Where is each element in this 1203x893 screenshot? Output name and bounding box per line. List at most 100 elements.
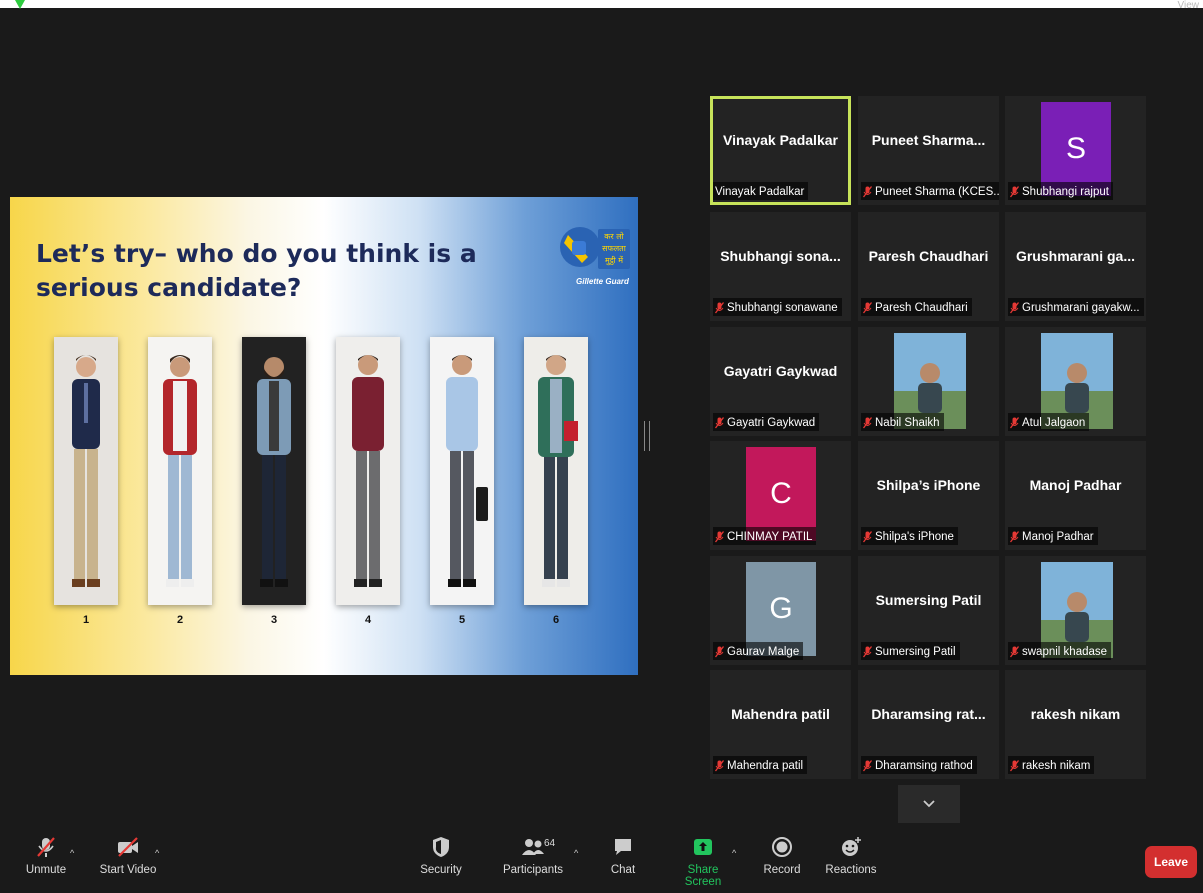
participant-tile[interactable]: Puneet Sharma... Puneet Sharma (KCES...: [858, 96, 999, 205]
svg-text:मुट्ठी में: मुट्ठी में: [605, 255, 623, 266]
unmute-button[interactable]: Unmute: [24, 836, 68, 876]
participants-label: Participants: [502, 864, 564, 876]
chat-label: Chat: [610, 864, 636, 876]
participant-label-text: Nabil Shaikh: [875, 416, 940, 429]
participant-label-text: Paresh Chaudhari: [875, 301, 968, 314]
participant-tile[interactable]: G Gaurav Malge: [710, 556, 851, 665]
participant-label: CHINMAY PATIL: [713, 527, 817, 545]
participant-label: Shubhangi sonawane: [713, 298, 842, 316]
panel-resize-handle[interactable]: [644, 421, 650, 451]
participant-tile[interactable]: Paresh Chaudhari Paresh Chaudhari: [858, 212, 999, 321]
leave-button[interactable]: Leave: [1145, 846, 1197, 878]
start-video-button[interactable]: Start Video: [98, 836, 158, 876]
participant-name: Shilpa’s iPhone: [876, 477, 981, 493]
mic-muted-icon: [715, 416, 724, 428]
participants-button[interactable]: Participants: [500, 836, 566, 876]
participants-icon: [522, 839, 544, 855]
participant-label: Gaurav Malge: [713, 642, 804, 660]
participant-tile[interactable]: Grushmarani ga... Grushmarani gayakw...: [1005, 212, 1146, 321]
meeting-toolbar: Unmute ^ Start Video ^ Security Particip…: [0, 830, 1203, 893]
unmute-label: Unmute: [25, 864, 67, 876]
participant-label-text: Shubhangi rajput: [1022, 185, 1109, 198]
mic-muted-icon: [1010, 301, 1019, 313]
candidate-number-5: 5: [458, 614, 466, 626]
participant-tile[interactable]: Atul Jalgaon: [1005, 327, 1146, 436]
start-video-label: Start Video: [99, 864, 157, 876]
participant-label: swapnil khadase: [1008, 642, 1112, 660]
participant-label: Nabil Shaikh: [861, 413, 944, 431]
candidates-row: 1 2 3 4 5 6: [54, 337, 594, 626]
participant-name: Paresh Chaudhari: [868, 248, 989, 264]
record-button[interactable]: Record: [760, 836, 804, 876]
participant-tile[interactable]: rakesh nikam rakesh nikam: [1005, 670, 1146, 779]
candidate-photo-4: [336, 337, 400, 605]
candidate-number-3: 3: [270, 614, 278, 626]
logo-brand: Gillette Guard: [576, 277, 629, 286]
participant-name: Shubhangi sona...: [720, 248, 841, 264]
participant-name: Dharamsing rat...: [871, 706, 986, 722]
shield-icon: [433, 837, 449, 857]
participant-label-text: swapnil khadase: [1022, 645, 1108, 658]
participant-name: Manoj Padhar: [1029, 477, 1122, 493]
chat-icon: [615, 839, 631, 855]
candidate-number-6: 6: [552, 614, 560, 626]
participant-tile[interactable]: Mahendra patil Mahendra patil: [710, 670, 851, 779]
participant-label-text: Manoj Padhar: [1022, 530, 1094, 543]
avatar-letter: C: [770, 477, 792, 510]
candidate-photo-1: [54, 337, 118, 605]
participant-label: Puneet Sharma (KCES...: [861, 182, 999, 200]
participant-tile[interactable]: Vinayak Padalkar Vinayak Padalkar: [710, 96, 851, 205]
participant-tile[interactable]: Sumersing Patil Sumersing Patil: [858, 556, 999, 665]
candidate-photo-5: [430, 337, 494, 605]
svg-text:कर लो: कर लो: [604, 231, 624, 241]
mic-muted-icon: [863, 185, 872, 197]
participant-tile[interactable]: Shilpa’s iPhone Shilpa's iPhone: [858, 441, 999, 550]
share-options-caret[interactable]: ^: [732, 848, 736, 858]
leave-label: Leave: [1153, 855, 1189, 869]
participant-tile[interactable]: Gayatri Gaykwad Gayatri Gaykwad: [710, 327, 851, 436]
security-shield-icon[interactable]: [14, 0, 26, 10]
audio-options-caret[interactable]: ^: [70, 848, 74, 858]
security-button[interactable]: Security: [418, 836, 464, 876]
video-options-caret[interactable]: ^: [155, 848, 159, 858]
participant-label: Sumersing Patil: [861, 642, 960, 660]
participant-tile[interactable]: swapnil khadase: [1005, 556, 1146, 665]
participant-label-text: Grushmarani gayakw...: [1022, 301, 1140, 314]
participant-tile[interactable]: Nabil Shaikh: [858, 327, 999, 436]
mic-muted-icon: [863, 645, 872, 657]
share-screen-button[interactable]: Share Screen: [670, 836, 736, 888]
participant-tile[interactable]: Dharamsing rat... Dharamsing rathod: [858, 670, 999, 779]
share-screen-label: Share Screen: [684, 864, 722, 888]
candidate-number-1: 1: [82, 614, 90, 626]
participant-label: Paresh Chaudhari: [861, 298, 972, 316]
mic-muted-icon: [715, 759, 724, 771]
participant-label: Mahendra patil: [713, 756, 808, 774]
participant-label-text: Vinayak Padalkar: [715, 185, 805, 198]
mic-muted-icon: [715, 301, 724, 313]
participant-name: Mahendra patil: [731, 706, 830, 722]
chat-button[interactable]: Chat: [605, 836, 641, 876]
participant-label-text: Gaurav Malge: [727, 645, 800, 658]
participant-label-text: Sumersing Patil: [875, 645, 956, 658]
view-button[interactable]: View: [1178, 0, 1200, 11]
participant-name: rakesh nikam: [1030, 706, 1121, 722]
participants-options-caret[interactable]: ^: [574, 848, 578, 858]
chevron-down-icon: [923, 800, 935, 808]
participant-label-text: Gayatri Gaykwad: [727, 416, 816, 429]
mic-muted-icon: [1010, 185, 1019, 197]
next-page-button[interactable]: [898, 785, 960, 823]
participant-tile[interactable]: C CHINMAY PATIL: [710, 441, 851, 550]
participant-tile[interactable]: Shubhangi sona... Shubhangi sonawane: [710, 212, 851, 321]
participant-label: Manoj Padhar: [1008, 527, 1098, 545]
mic-muted-icon: [863, 530, 872, 542]
reactions-button[interactable]: Reactions: [822, 836, 880, 876]
participant-tile[interactable]: S Shubhangi rajput: [1005, 96, 1146, 205]
mic-muted-icon: [1010, 416, 1019, 428]
participant-name: Vinayak Padalkar: [723, 132, 838, 148]
svg-text:सफलता: सफलता: [602, 244, 627, 253]
record-label: Record: [763, 864, 801, 876]
record-icon: [772, 837, 792, 857]
avatar-letter: S: [1065, 132, 1086, 165]
participant-label: Atul Jalgaon: [1008, 413, 1090, 431]
participant-tile[interactable]: Manoj Padhar Manoj Padhar: [1005, 441, 1146, 550]
